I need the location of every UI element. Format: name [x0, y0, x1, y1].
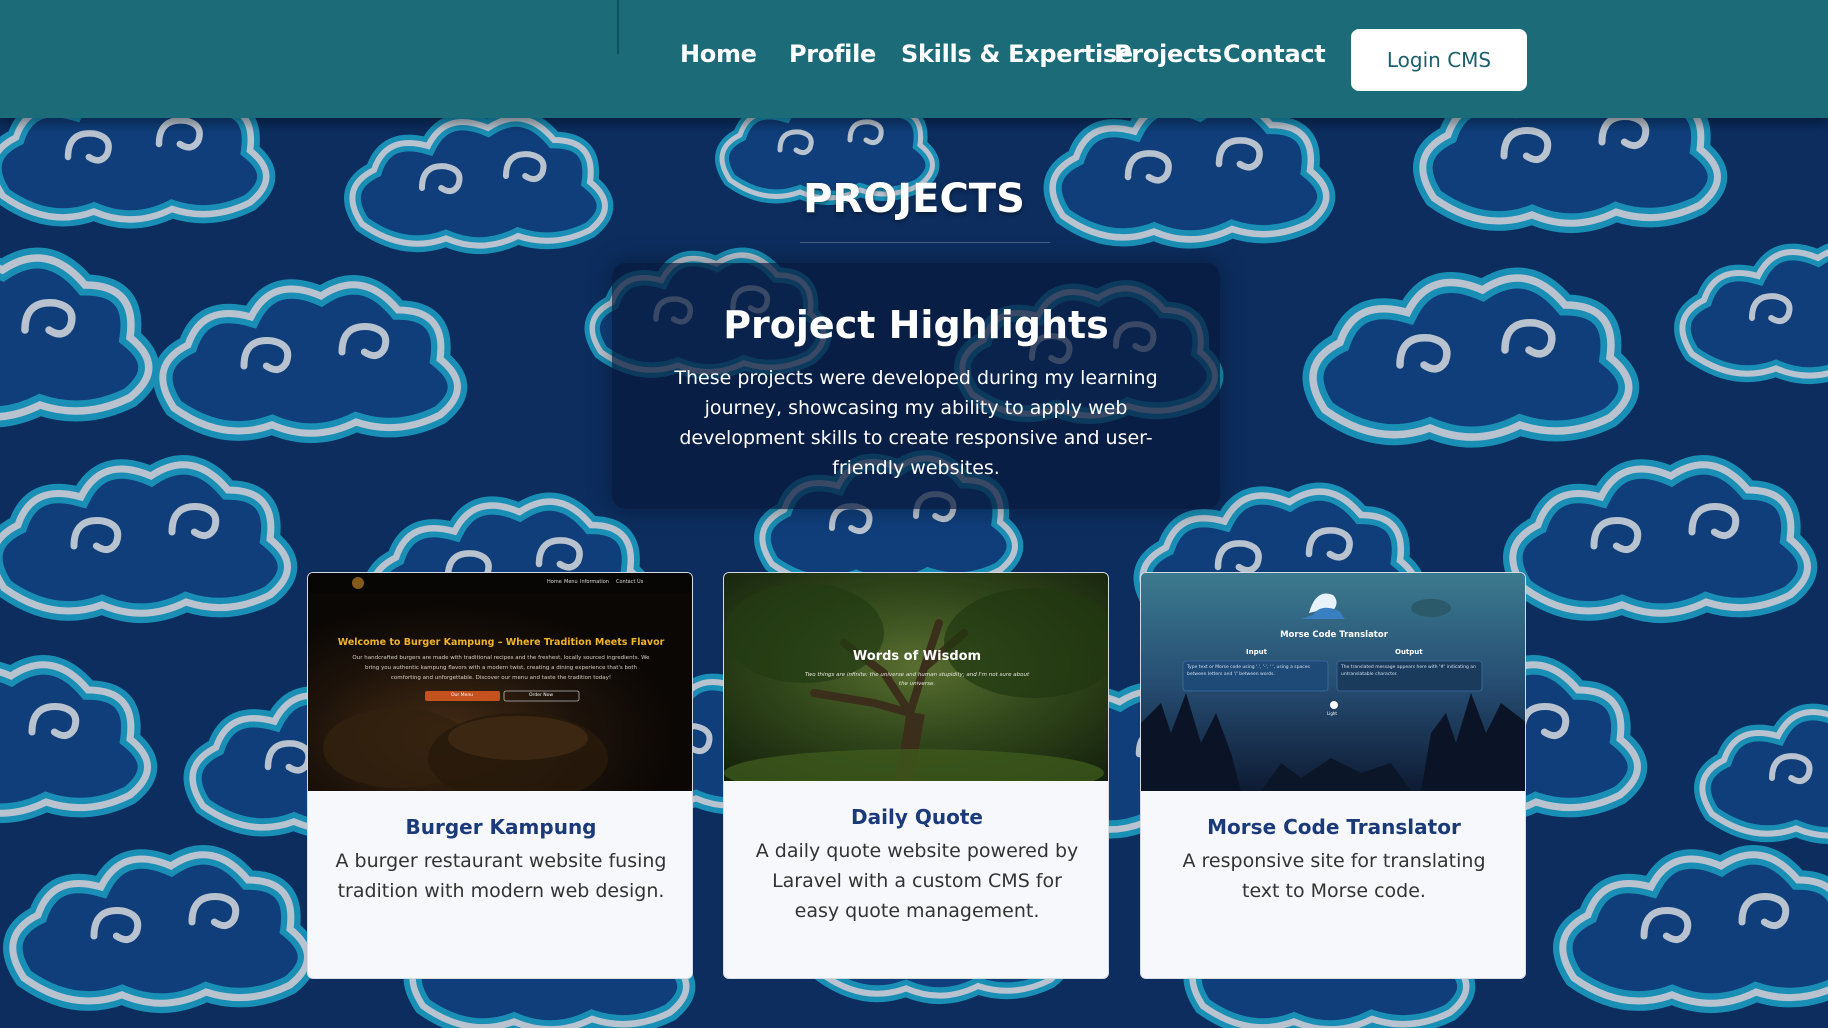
thumb-nav-home: Home [547, 579, 562, 585]
project-highlights-panel: Project Highlights These projects were d… [612, 263, 1220, 509]
thumb-output-label: Output [1395, 648, 1423, 656]
title-divider [800, 242, 1050, 243]
thumb-input-label: Input [1246, 648, 1267, 656]
nav-divider [617, 0, 619, 54]
thumb-heading: Morse Code Translator [1280, 630, 1388, 640]
thumb-body: Our handcrafted burgers are made with tr… [352, 655, 650, 681]
project-card-morse-code[interactable]: Morse Code Translator Input Output Type … [1140, 572, 1526, 979]
thumb-nav-contact: Contact Us [616, 579, 644, 585]
nav-profile[interactable]: Profile [789, 40, 876, 68]
project-thumbnail: Morse Code Translator Input Output Type … [1141, 573, 1525, 791]
project-title: Daily Quote [851, 805, 983, 829]
thumb-heading: Welcome to Burger Kampung – Where Tradit… [337, 637, 665, 648]
thumb-heading: Words of Wisdom [852, 649, 982, 664]
nav-home[interactable]: Home [680, 40, 757, 68]
nav-contact[interactable]: Contact [1223, 40, 1326, 68]
section-title: PROJECTS [803, 176, 1025, 222]
login-cms-button[interactable]: Login CMS [1351, 29, 1527, 91]
nav-skills[interactable]: Skills & Expertise [901, 40, 1133, 68]
highlights-text: These projects were developed during my … [674, 367, 1158, 479]
project-title: Morse Code Translator [1207, 815, 1461, 839]
project-thumbnail: Home Menu Information Contact Us Welcome… [308, 573, 692, 791]
project-card-burger-kampung[interactable]: Home Menu Information Contact Us Welcome… [307, 572, 693, 979]
thumb-nav-information: Information [580, 579, 609, 585]
project-description: A daily quote website powered by Laravel… [755, 840, 1079, 922]
project-card-daily-quote[interactable]: Words of Wisdom Two things are infinite:… [723, 572, 1109, 979]
thumb-button-order: Order Now [529, 693, 554, 698]
project-description: A responsive site for translating text t… [1182, 850, 1486, 902]
thumb-nav-menu: Menu [564, 579, 578, 585]
thumb-toggle-label: Light [1327, 711, 1337, 716]
navbar: Home Profile Skills & Expertise Projects… [0, 0, 1828, 118]
project-description: A burger restaurant website fusing tradi… [335, 850, 667, 902]
thumb-input-placeholder: Type text or Morse code using '.', '-', … [1187, 665, 1310, 677]
highlights-title: Project Highlights [723, 303, 1109, 347]
thumb-button-menu: Our Menu [451, 693, 474, 698]
thumb-quote: Two things are infinite: the universe an… [804, 672, 1030, 687]
thumb-output-placeholder: The translated message appears here with… [1341, 665, 1476, 677]
nav-projects[interactable]: Projects [1114, 40, 1222, 68]
project-title: Burger Kampung [405, 815, 597, 839]
project-thumbnail: Words of Wisdom Two things are infinite:… [724, 573, 1108, 781]
